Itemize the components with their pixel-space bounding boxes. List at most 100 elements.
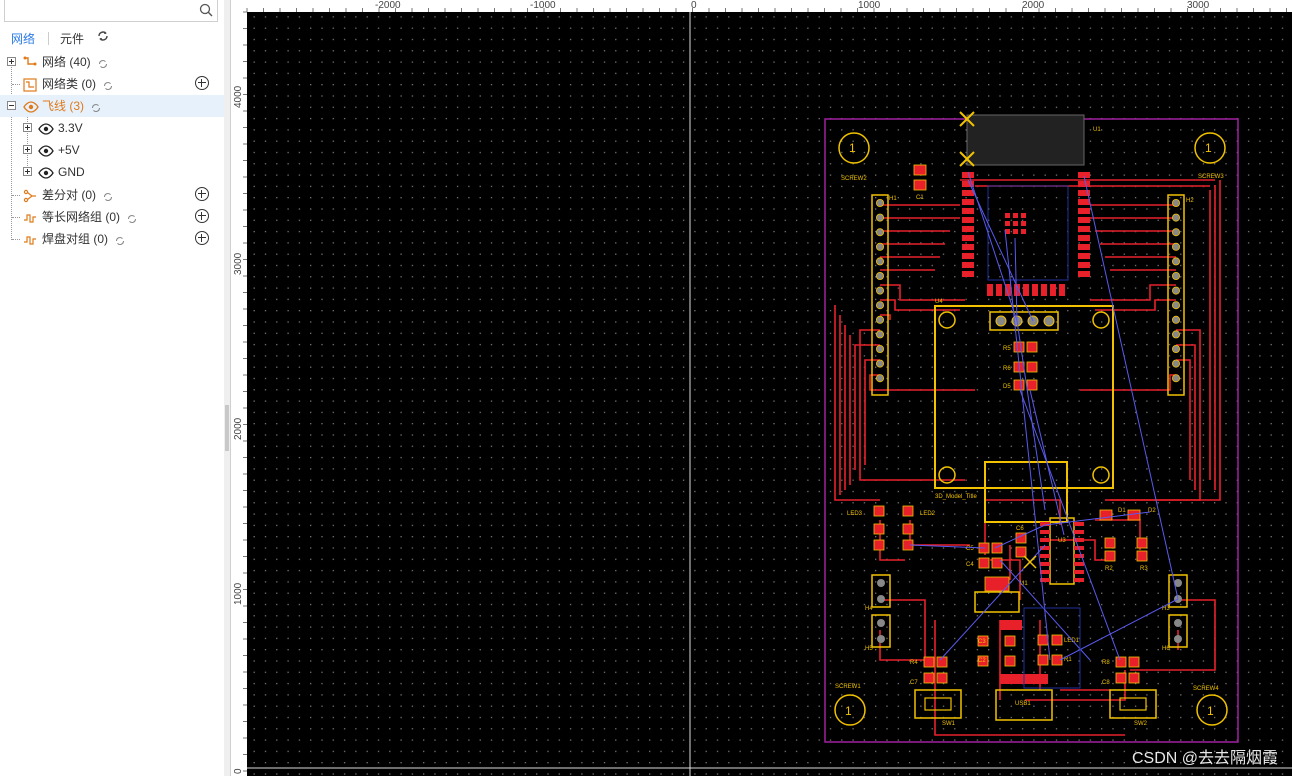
ruler-label: 2000 [233, 417, 244, 440]
tree-item-ratline-3v3[interactable]: 3.3V [0, 117, 224, 139]
header-pin [876, 359, 885, 368]
designator: 3D_Model_Title [935, 494, 977, 500]
eye-icon[interactable] [23, 99, 39, 113]
expand-icon[interactable] [7, 57, 16, 66]
designator: R3 [1140, 566, 1148, 572]
tab-components[interactable]: 元件 [60, 30, 84, 47]
designator: 1 [1205, 141, 1212, 155]
designator: H5 [865, 646, 873, 652]
header-pin [876, 301, 885, 310]
designator: LED1 [1064, 638, 1080, 644]
tree-guide [12, 217, 20, 218]
designator: 1 [1207, 704, 1214, 718]
designator: R6 [1003, 366, 1011, 372]
designator: SW1 [942, 721, 956, 727]
tree-item-equal-length[interactable]: 等长网络组 (0) [0, 206, 224, 228]
ruler-label: 0 [233, 768, 244, 774]
splitter-handle[interactable] [225, 405, 229, 451]
eye-icon[interactable] [38, 143, 54, 157]
header-pin [876, 213, 885, 222]
ruler-label: 1000 [858, 0, 881, 11]
header-pin [876, 286, 885, 295]
tree-guide [12, 84, 20, 85]
tree-item-label: 差分对 (0) [42, 188, 97, 202]
tree-guide [12, 195, 20, 196]
ruler-label: 4000 [233, 85, 244, 108]
tree-item-label: 焊盘对组 (0) [42, 232, 109, 246]
designator: H1 [889, 196, 897, 202]
header-pin [876, 315, 885, 324]
tree-item-label: 网络类 (0) [42, 77, 97, 91]
search-box[interactable] [4, 0, 218, 22]
designator: C2 [978, 658, 986, 664]
header-pin [876, 242, 885, 251]
tree-item-label: +5V [58, 143, 80, 157]
expand-icon[interactable] [23, 167, 32, 176]
ruler-label: 2000 [1022, 0, 1045, 11]
expand-icon[interactable] [23, 145, 32, 154]
expand-icon[interactable] [23, 123, 32, 132]
designator: H2 [1186, 198, 1194, 204]
header-pin [876, 271, 885, 280]
designator: R2 [1105, 566, 1113, 572]
designator: SCREW1 [835, 684, 861, 690]
diffpair-icon [23, 188, 37, 203]
add-netclass-button[interactable] [195, 76, 209, 90]
designator: D2 [1148, 508, 1156, 514]
designator: H6 [1162, 646, 1170, 652]
designator: SCREW4 [1193, 686, 1219, 692]
eye-icon[interactable] [38, 165, 54, 179]
watermark: CSDN @去去隔烟霞 [1131, 750, 1278, 767]
add-equal-length-button[interactable] [195, 209, 209, 223]
header-pin [1172, 286, 1181, 295]
designator: D5 [1003, 384, 1011, 390]
refresh-icon[interactable] [96, 29, 110, 46]
module-u1-body[interactable] [966, 114, 1085, 166]
ruler-label: 0 [691, 0, 697, 11]
vertical-ruler[interactable] [231, 0, 247, 776]
designator: 1 [849, 141, 856, 155]
refresh-icon[interactable] [126, 210, 138, 223]
designator: R1 [1064, 657, 1072, 663]
designator: SCREW2 [841, 176, 867, 182]
header-pin [1172, 330, 1181, 339]
tree-item-label: 等长网络组 (0) [42, 210, 121, 224]
add-diffpair-button[interactable] [195, 187, 209, 201]
header-pin [1172, 374, 1181, 383]
panel-splitter[interactable] [224, 0, 231, 776]
refresh-icon[interactable] [90, 99, 102, 112]
eye-icon[interactable] [38, 121, 54, 135]
add-pad-pair-button[interactable] [195, 231, 209, 245]
header-pin [876, 344, 885, 353]
tab-nets[interactable]: 网络 [11, 30, 35, 47]
tree-item-pad-pairs[interactable]: 焊盘对组 (0) [0, 228, 224, 250]
refresh-icon[interactable] [114, 232, 126, 245]
header-pin [1172, 198, 1181, 207]
pcb-canvas[interactable]: -2000 -1000 0 1000 2000 3000 4000 3000 2… [231, 0, 1292, 776]
collapse-icon[interactable] [7, 101, 16, 110]
tree-item-ratlines[interactable]: 飞线 (3) [0, 95, 224, 117]
designator: C3 [978, 639, 986, 645]
designator: R4 [910, 660, 918, 666]
ruler-label: -1000 [530, 0, 556, 11]
designator: 1 [845, 704, 852, 718]
designator: C6 [1016, 526, 1024, 532]
refresh-icon[interactable] [102, 77, 114, 90]
refresh-icon[interactable] [97, 55, 109, 68]
search-icon[interactable] [199, 3, 213, 20]
tree-item-ratline-5v[interactable]: +5V [0, 139, 224, 161]
tree-item-diffpairs[interactable]: 差分对 (0) [0, 184, 224, 206]
tab-divider [48, 32, 49, 45]
designator: D1 [1118, 508, 1126, 514]
tree-item-nets[interactable]: 网络 (40) [0, 51, 224, 73]
designator: U3 [1058, 538, 1066, 544]
tree-item-ratline-gnd[interactable]: GND [0, 161, 224, 183]
pad-pair-icon [23, 232, 37, 246]
tree-item-netclasses[interactable]: 网络类 (0) [0, 73, 224, 95]
ruler-label: -2000 [375, 0, 401, 11]
header-pin [1172, 344, 1181, 353]
pcb-canvas-area[interactable]: -2000 -1000 0 1000 2000 3000 4000 3000 2… [231, 0, 1292, 776]
refresh-icon[interactable] [102, 188, 114, 201]
search-input[interactable] [9, 1, 193, 21]
equal-length-icon [23, 210, 37, 224]
